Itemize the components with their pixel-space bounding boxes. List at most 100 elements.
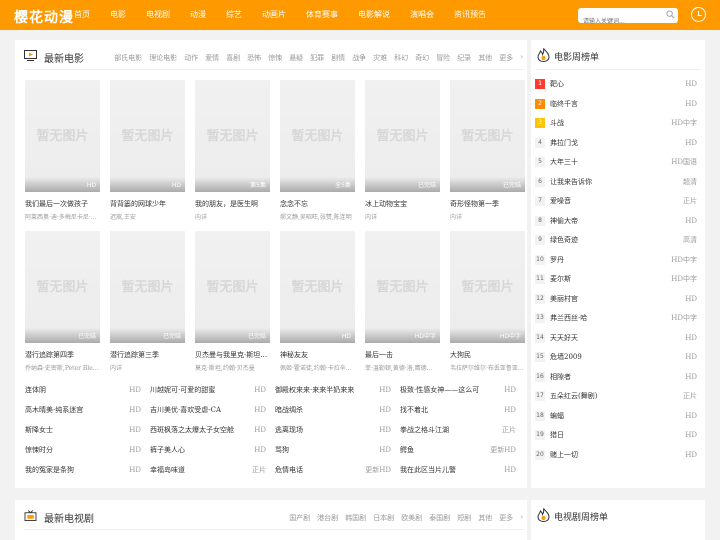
rank-title[interactable]: 让我来告诉你: [550, 177, 592, 187]
nav-tv[interactable]: 电视剧: [146, 0, 170, 30]
item-title[interactable]: 危情电话: [275, 462, 303, 478]
movie-title[interactable]: 冰上动物宝宝: [365, 199, 440, 209]
ranking-item[interactable]: 19 猎日 HD: [535, 427, 697, 446]
item-title[interactable]: 暗战绸杀: [275, 402, 303, 418]
movie-title[interactable]: 我的朋友，是医生啊: [195, 199, 270, 209]
nav-anime[interactable]: 动漫: [190, 0, 206, 30]
rank-title[interactable]: 蝙蝠: [550, 411, 564, 421]
list-item[interactable]: 裤子美人心 HD: [150, 442, 266, 458]
poster-placeholder[interactable]: 暂无图片 已完结: [450, 80, 525, 192]
ranking-item[interactable]: 9 绿色奇迹 高清: [535, 232, 697, 251]
category-link[interactable]: 理论电影: [149, 53, 177, 63]
list-item[interactable]: 川越妮可·可爱的甜蜜 HD: [150, 382, 266, 398]
item-title[interactable]: 御殿权来来·来来半奶来来: [275, 382, 354, 398]
list-item[interactable]: 逃离现场 HD: [275, 422, 391, 438]
item-title[interactable]: 惊悚时分: [25, 442, 53, 458]
category-link[interactable]: 奇幻: [415, 53, 429, 63]
category-link[interactable]: 其他: [478, 513, 492, 523]
category-link[interactable]: 爱情: [205, 53, 219, 63]
movie-title[interactable]: 大狗民: [450, 350, 525, 360]
movie-card[interactable]: 暂无图片 HD 背背篓的网球少年 迟嵩,王安: [110, 80, 185, 221]
nav-sports[interactable]: 体育赛事: [306, 0, 338, 30]
movie-card[interactable]: 暂无图片 已完结 奇形怪物第一季 内详: [450, 80, 525, 221]
item-title[interactable]: 找不着北: [400, 402, 428, 418]
ranking-item[interactable]: 7 爱噪音 正片: [535, 193, 697, 212]
rank-title[interactable]: 弗兰西丝·哈: [550, 313, 587, 323]
ranking-item[interactable]: 1 靶心 HD: [535, 76, 697, 95]
rank-title[interactable]: 罗丹: [550, 255, 564, 265]
item-title[interactable]: 川越妮可·可爱的甜蜜: [150, 382, 215, 398]
item-title[interactable]: 裤子美人心: [150, 442, 185, 458]
rank-title[interactable]: 爱噪音: [550, 196, 571, 206]
rank-title[interactable]: 大年三十: [550, 157, 578, 167]
list-item[interactable]: 极致·性感女神——这么可 HD: [400, 382, 516, 398]
ranking-item[interactable]: 4 弗拉门戈 HD: [535, 135, 697, 154]
ranking-item[interactable]: 20 赌上一切 HD: [535, 447, 697, 466]
movie-title[interactable]: 最后一击: [365, 350, 440, 360]
nav-variety[interactable]: 综艺: [226, 0, 242, 30]
movie-card[interactable]: 暂无图片 已完结 潜行追踪第三季 内详: [110, 231, 185, 372]
rank-title[interactable]: 弗拉门戈: [550, 138, 578, 148]
list-item[interactable]: 我的冤家是条狗 HD: [25, 462, 141, 478]
item-title[interactable]: 幸福岛味道: [150, 462, 185, 478]
item-title[interactable]: 极致·性感女神——这么可: [400, 382, 479, 398]
ranking-item[interactable]: 18 蝙蝠 HD: [535, 408, 697, 427]
ranking-item[interactable]: 13 弗兰西丝·哈 HD中字: [535, 310, 697, 329]
list-item[interactable]: 惊悚时分 HD: [25, 442, 141, 458]
category-link[interactable]: 战争: [352, 53, 366, 63]
rank-title[interactable]: 危墙2009: [550, 352, 582, 362]
rank-title[interactable]: 神偷大帝: [550, 216, 578, 226]
ranking-item[interactable]: 5 大年三十 HD国语: [535, 154, 697, 173]
ranking-item[interactable]: 10 罗丹 HD中字: [535, 252, 697, 271]
category-link[interactable]: 动作: [184, 53, 198, 63]
list-item[interactable]: 幸福岛味道 正片: [150, 462, 266, 478]
poster-placeholder[interactable]: 暂无图片 已完结: [110, 231, 185, 343]
list-item[interactable]: 高木晴美·纯系迷宫 HD: [25, 402, 141, 418]
movie-title[interactable]: 我们最后一次做孩子: [25, 199, 100, 209]
search-icon[interactable]: [666, 10, 675, 19]
item-title[interactable]: 高木晴美·纯系迷宫: [25, 402, 83, 418]
poster-placeholder[interactable]: 暂无图片 HD中字: [365, 231, 440, 343]
item-title[interactable]: 我在此区当片儿警: [400, 462, 456, 478]
category-link[interactable]: 喜剧: [226, 53, 240, 63]
nav-cartoons[interactable]: 动画片: [262, 0, 286, 30]
category-link[interactable]: 犯罪: [310, 53, 324, 63]
category-link[interactable]: 惊悚: [268, 53, 282, 63]
item-title[interactable]: 连体阴: [25, 382, 46, 398]
movie-card[interactable]: 暂无图片 HD 神秘友友 佩姬·霍诺徒,约翰·卡拉辛…: [280, 231, 355, 372]
list-item[interactable]: 暗战绸杀 HD: [275, 402, 391, 418]
chevron-right-icon[interactable]: ›: [520, 513, 523, 523]
search-input[interactable]: [578, 14, 660, 29]
history-clock-icon[interactable]: [691, 7, 706, 22]
list-item[interactable]: 骂狗 HD: [275, 442, 391, 458]
movie-title[interactable]: 潜行追踪第三季: [110, 350, 185, 360]
movie-title[interactable]: 贝杰曼与我里克·斯坦…: [195, 350, 270, 360]
category-link[interactable]: 科幻: [394, 53, 408, 63]
category-link[interactable]: 剧情: [331, 53, 345, 63]
item-title[interactable]: 我的冤家是条狗: [25, 462, 74, 478]
ranking-item[interactable]: 6 让我来告诉你 超清: [535, 174, 697, 193]
movie-card[interactable]: 暂无图片 第5集 我的朋友，是医生啊 内详: [195, 80, 270, 221]
list-item[interactable]: 连体阴 HD: [25, 382, 141, 398]
rank-title[interactable]: 赌上一切: [550, 450, 578, 460]
item-title[interactable]: 斯降女士: [25, 422, 53, 438]
category-link[interactable]: 灾难: [373, 53, 387, 63]
more-link[interactable]: 更多: [499, 53, 513, 63]
list-item[interactable]: 鳄鱼 更新HD: [400, 442, 516, 458]
item-title[interactable]: 拳战之格斗江湖: [400, 422, 449, 438]
movie-card[interactable]: 暂无图片 全5集 念念不忘 郝文静,吴昭旺,张赞,陈连明: [280, 80, 355, 221]
nav-movies[interactable]: 电影: [110, 0, 126, 30]
rank-title[interactable]: 猎日: [550, 430, 564, 440]
ranking-item[interactable]: 8 神偷大帝 HD: [535, 213, 697, 232]
nav-concerts[interactable]: 演唱会: [410, 0, 434, 30]
list-item[interactable]: 西斑枫落之太爆太子女空舱 HD: [150, 422, 266, 438]
item-title[interactable]: 西斑枫落之太爆太子女空舱: [150, 422, 234, 438]
poster-placeholder[interactable]: 暂无图片 HD中字: [450, 231, 525, 343]
ranking-item[interactable]: 11 麦尔斯 HD中字: [535, 271, 697, 290]
poster-placeholder[interactable]: 暂无图片 第5集: [195, 80, 270, 192]
movie-title[interactable]: 神秘友友: [280, 350, 355, 360]
rank-title[interactable]: 美丽村官: [550, 294, 578, 304]
poster-placeholder[interactable]: 暂无图片 HD: [110, 80, 185, 192]
rank-title[interactable]: 绿色奇迹: [550, 235, 578, 245]
more-link[interactable]: 更多: [499, 513, 513, 523]
